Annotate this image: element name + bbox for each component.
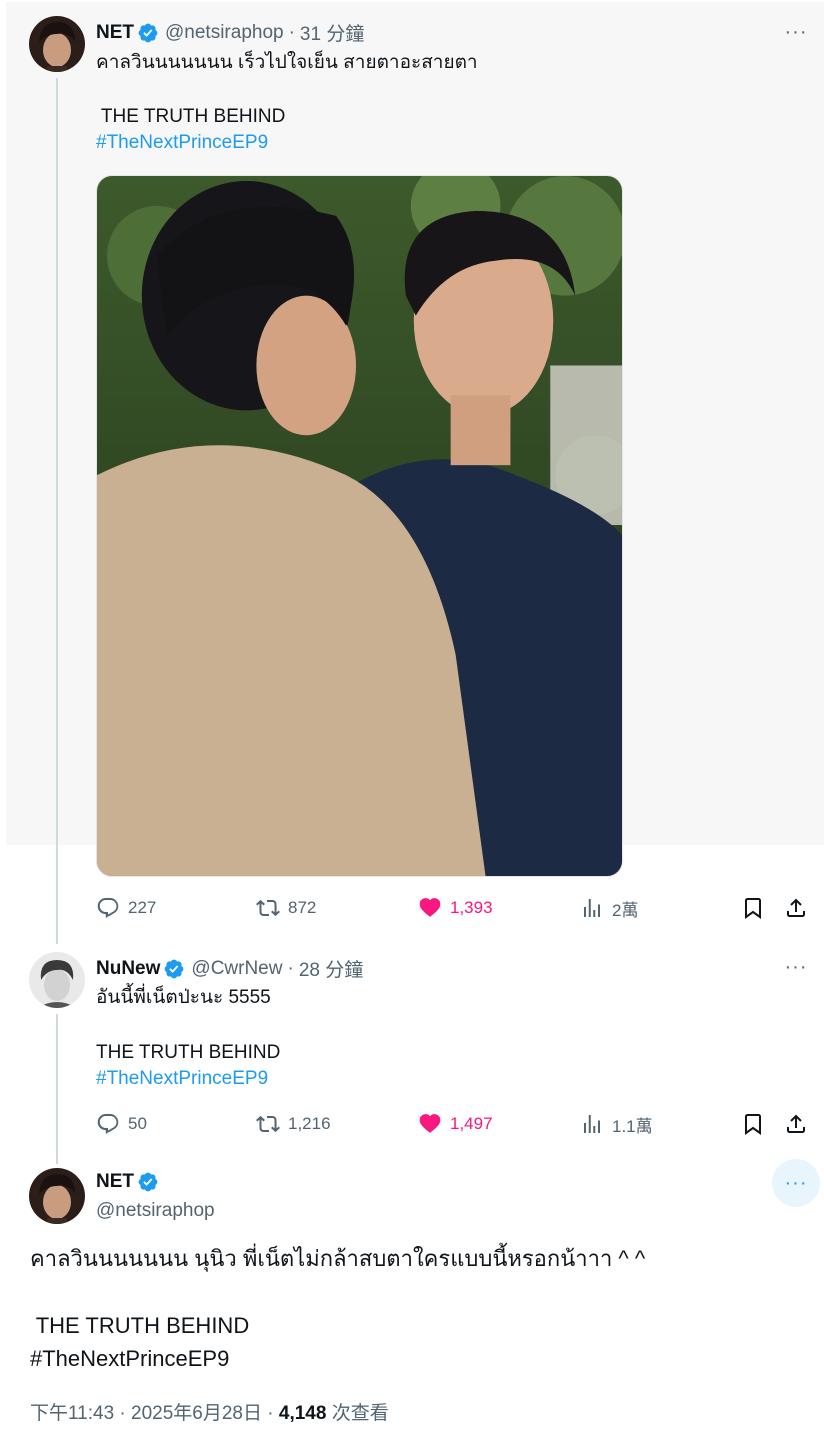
display-name[interactable]: NET [96, 22, 134, 44]
tweet-header: NET @netsiraphop · 31 分鐘 [96, 19, 364, 46]
like-count: 1,393 [450, 898, 493, 917]
tweet-text: THE TRUTH BEHIND [30, 1313, 250, 1338]
tweet-actions: 50 1,216 1,497 1.1萬 [96, 1108, 812, 1140]
bookmark-icon [745, 898, 761, 919]
views-button[interactable]: 2萬 [580, 892, 638, 924]
reply-count: 227 [128, 898, 157, 917]
reply-icon [97, 1114, 119, 1134]
tweet-text: คาลวินนนนนนน นุนิว พี่เน็ตไม่กล้าสบตาใคร… [30, 1246, 646, 1271]
timestamp[interactable]: 31 分鐘 [300, 19, 364, 46]
views-count: 1.1萬 [612, 1116, 653, 1136]
handle[interactable]: @CwrNew [191, 958, 282, 980]
repost-button[interactable]: 872 [256, 892, 316, 924]
verified-icon [138, 23, 158, 42]
like-icon [419, 1114, 441, 1133]
bookmark-button[interactable] [741, 1108, 765, 1140]
views-label: 次查看 [326, 1403, 389, 1424]
more-icon[interactable]: ··· [772, 1159, 820, 1207]
repost-icon [256, 1115, 280, 1133]
handle[interactable]: @netsiraphop [96, 1198, 215, 1224]
views-icon [584, 1115, 600, 1133]
like-button[interactable]: 1,497 [418, 1108, 493, 1140]
repost-count: 872 [288, 898, 317, 917]
tweet-actions: 227 872 1,393 2萬 [96, 892, 812, 924]
like-button[interactable]: 1,393 [418, 892, 493, 924]
share-button[interactable] [784, 1108, 808, 1140]
tweet-header: NET [96, 1171, 165, 1193]
reply-icon [97, 898, 119, 918]
tweet-text: THE TRUTH BEHIND [96, 1042, 281, 1063]
handle[interactable]: @netsiraphop [165, 22, 284, 44]
thread-line [56, 1014, 58, 1164]
post-timestamp[interactable]: 下午11:43 · 2025年6月28日 · [30, 1403, 279, 1424]
tweet-text: คาลวินนนนนนน เร็วไปใจเย็น สายตาอะสายตา [96, 52, 478, 73]
views-icon [584, 899, 600, 917]
like-icon [419, 898, 441, 917]
verified-icon [138, 1172, 158, 1192]
repost-icon [256, 899, 280, 917]
share-icon [787, 898, 805, 917]
avatar[interactable] [29, 1168, 85, 1224]
tweet-photo[interactable] [96, 175, 623, 877]
tweet-text: อันนี้พี่เน็ตป่ะนะ 5555 [96, 987, 271, 1008]
reply-button[interactable]: 227 [96, 892, 156, 924]
tweet-text: THE TRUTH BEHIND [96, 106, 286, 127]
hashtag-link[interactable]: #TheNextPrinceEP9 [96, 1066, 268, 1092]
avatar[interactable] [29, 16, 85, 72]
views-count: 4,148 [278, 1403, 327, 1424]
timestamp[interactable]: 28 分鐘 [299, 955, 363, 982]
repost-count: 1,216 [288, 1114, 331, 1133]
views-button[interactable]: 1.1萬 [580, 1108, 653, 1140]
share-button[interactable] [784, 892, 808, 924]
more-icon[interactable]: ··· [776, 947, 816, 987]
thread-line [56, 78, 58, 944]
reply-count: 50 [128, 1114, 147, 1133]
avatar[interactable] [29, 952, 85, 1008]
share-icon [787, 1114, 805, 1133]
tweet-meta: 下午11:43 · 2025年6月28日 · 4,148 次查看 [30, 1398, 389, 1425]
more-icon[interactable]: ··· [776, 12, 816, 52]
hashtag-link[interactable]: #TheNextPrinceEP9 [30, 1344, 229, 1374]
separator: · [287, 957, 294, 979]
display-name[interactable]: NET [96, 1171, 134, 1193]
bookmark-button[interactable] [741, 892, 765, 924]
display-name[interactable]: NuNew [96, 958, 160, 980]
like-count: 1,497 [450, 1114, 493, 1133]
repost-button[interactable]: 1,216 [256, 1108, 331, 1140]
tweet-header: NuNew @CwrNew · 28 分鐘 [96, 955, 363, 982]
separator: · [288, 21, 295, 43]
hashtag-link[interactable]: #TheNextPrinceEP9 [96, 130, 268, 156]
reply-button[interactable]: 50 [96, 1108, 147, 1140]
verified-icon [165, 959, 184, 978]
bookmark-icon [745, 1114, 761, 1135]
views-count: 2萬 [612, 900, 639, 920]
